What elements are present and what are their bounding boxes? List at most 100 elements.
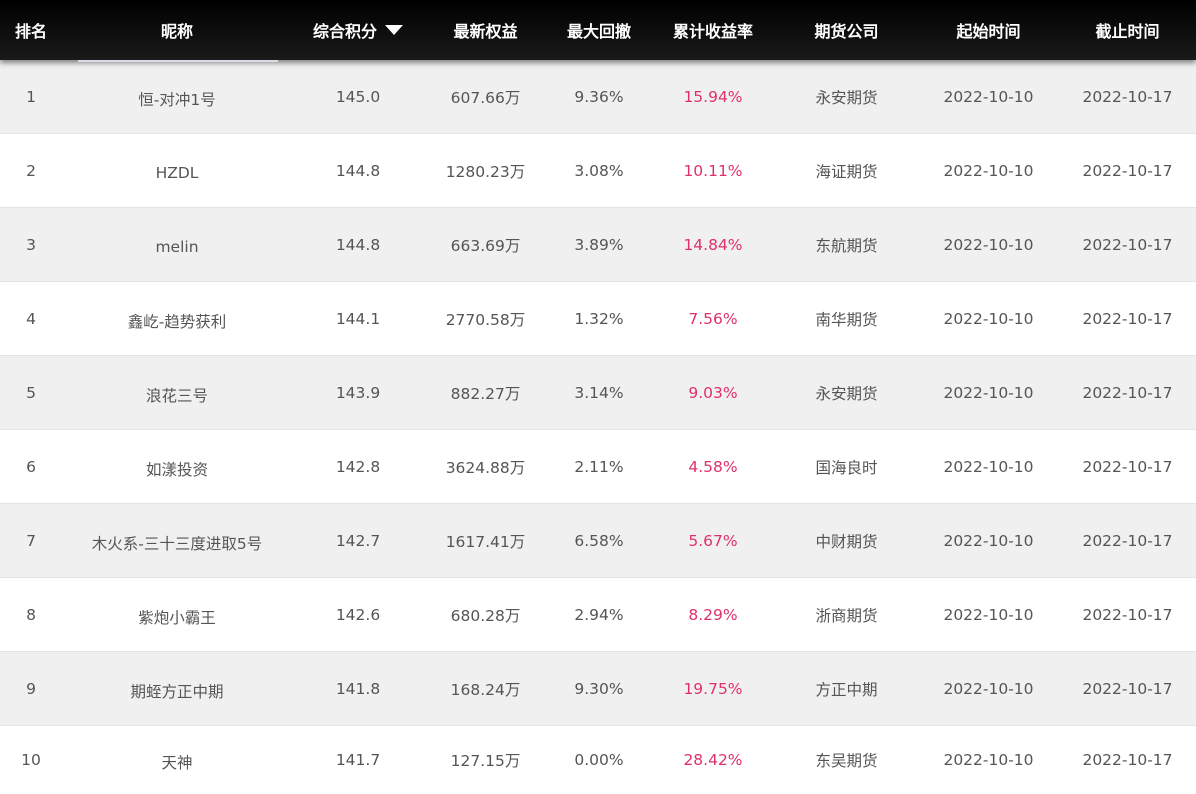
nickname-cell[interactable]: 木火系-三十三度进取5号	[62, 504, 292, 577]
futures-company-cell: 东航期货	[815, 236, 878, 255]
start-time-cell: 2022-10-10	[943, 161, 1034, 180]
cumulative-return-cell: 8.29%	[688, 605, 738, 624]
cumulative-return-cell: 7.56%	[688, 309, 738, 328]
futures-company-cell: 海证期货	[815, 162, 878, 181]
equity-cell: 2770.58万	[445, 310, 526, 329]
max-drawdown-cell: 6.58%	[574, 531, 624, 550]
futures-company-cell: 永安期货	[815, 384, 878, 403]
rank-cell: 3	[26, 235, 36, 254]
table-row[interactable]: 6 如漾投资 142.8 3624.88万 2.11% 4.58% 国海良时 2022-10-…	[0, 430, 1196, 504]
rank-cell: 2	[26, 161, 36, 180]
score-cell: 141.8	[335, 679, 381, 698]
start-time-cell: 2022-10-10	[943, 87, 1034, 106]
header-cumulative-return[interactable]: 累计收益率	[651, 0, 775, 60]
nickname-cell[interactable]: 恒-对冲1号	[62, 60, 292, 133]
score-cell: 142.6	[335, 605, 381, 624]
header-score-sort[interactable]: 综合积分	[292, 0, 424, 60]
nickname-cell[interactable]: 如漾投资	[62, 430, 292, 503]
end-time-cell: 2022-10-17	[1082, 309, 1173, 328]
table-row[interactable]: 4 鑫屹-趋势获利 144.1 2770.58万 1.32% 7.56% 南华期货 2022-…	[0, 282, 1196, 356]
rank-cell: 5	[26, 383, 36, 402]
end-time-cell: 2022-10-17	[1082, 87, 1173, 106]
nickname-cell[interactable]: 天神	[62, 726, 292, 794]
equity-cell: 168.24万	[450, 680, 521, 699]
futures-company-cell: 浙商期货	[815, 606, 878, 625]
cumulative-return-cell: 10.11%	[683, 161, 743, 180]
table-row[interactable]: 1 恒-对冲1号 145.0 607.66万 9.36% 15.94% 永安期货 2022-1…	[0, 60, 1196, 134]
start-time-cell: 2022-10-10	[943, 235, 1034, 254]
start-time-cell: 2022-10-10	[943, 457, 1034, 476]
header-equity[interactable]: 最新权益	[424, 0, 547, 60]
futures-company-cell: 中财期货	[815, 532, 878, 551]
table-row[interactable]: 5 浪花三号 143.9 882.27万 3.14% 9.03% 永安期货 2022-10-1…	[0, 356, 1196, 430]
rank-cell: 10	[21, 751, 41, 769]
score-cell: 144.1	[335, 309, 381, 328]
cumulative-return-cell: 14.84%	[683, 235, 743, 254]
table-row[interactable]: 10 天神 141.7 127.15万 0.00% 28.42% 东吴期货 2022-10-1…	[0, 726, 1196, 794]
max-drawdown-cell: 3.08%	[574, 161, 624, 180]
header-score-label: 综合积分	[312, 22, 377, 41]
max-drawdown-cell: 2.94%	[574, 605, 624, 624]
equity-cell: 1617.41万	[445, 532, 526, 551]
table-row[interactable]: 2 HZDL 144.8 1280.23万 3.08% 10.11% 海证期货 2022-10…	[0, 134, 1196, 208]
futures-company-cell: 南华期货	[815, 310, 878, 329]
max-drawdown-cell: 3.14%	[574, 383, 624, 402]
equity-cell: 127.15万	[450, 752, 521, 770]
score-cell: 144.8	[335, 235, 381, 254]
table-row[interactable]: 7 木火系-三十三度进取5号 142.7 1617.41万 6.58% 5.67% 中财期货…	[0, 504, 1196, 578]
header-max-drawdown[interactable]: 最大回撤	[547, 0, 651, 60]
cumulative-return-cell: 15.94%	[683, 87, 743, 106]
nickname-cell[interactable]: 期蛭方正中期	[62, 652, 292, 725]
start-time-cell: 2022-10-10	[943, 679, 1034, 698]
start-time-cell: 2022-10-10	[943, 751, 1034, 769]
header-end-time[interactable]: 截止时间	[1059, 0, 1196, 60]
max-drawdown-cell: 1.32%	[574, 309, 624, 328]
header-start-time[interactable]: 起始时间	[918, 0, 1059, 60]
end-time-cell: 2022-10-17	[1082, 605, 1173, 624]
equity-cell: 607.66万	[450, 88, 521, 107]
cumulative-return-cell: 5.67%	[688, 531, 738, 550]
header-accent-line	[78, 60, 278, 62]
table-header: 排名 昵称 综合积分 最新权益 最大回撤 累计收益率 期货公司 起始时间 截止时…	[0, 0, 1196, 60]
equity-cell: 663.69万	[450, 236, 521, 255]
header-rank[interactable]: 排名	[0, 0, 62, 60]
futures-company-cell: 东吴期货	[815, 752, 878, 770]
score-cell: 142.8	[335, 457, 381, 476]
end-time-cell: 2022-10-17	[1082, 531, 1173, 550]
cumulative-return-cell: 4.58%	[688, 457, 738, 476]
start-time-cell: 2022-10-10	[943, 531, 1034, 550]
equity-cell: 680.28万	[450, 606, 521, 625]
nickname-cell[interactable]: melin	[62, 208, 292, 281]
rank-cell: 4	[26, 309, 36, 328]
score-cell: 142.7	[335, 531, 381, 550]
table-row[interactable]: 9 期蛭方正中期 141.8 168.24万 9.30% 19.75% 方正中期 2022-1…	[0, 652, 1196, 726]
table-row[interactable]: 8 紫炮小霸王 142.6 680.28万 2.94% 8.29% 浙商期货 2022-10-…	[0, 578, 1196, 652]
cumulative-return-cell: 19.75%	[683, 679, 743, 698]
header-nickname[interactable]: 昵称	[62, 0, 292, 60]
score-cell: 141.7	[335, 751, 381, 769]
nickname-cell[interactable]: 紫炮小霸王	[62, 578, 292, 651]
nickname-cell[interactable]: 浪花三号	[62, 356, 292, 429]
nickname-cell[interactable]: HZDL	[62, 134, 292, 207]
start-time-cell: 2022-10-10	[943, 383, 1034, 402]
start-time-cell: 2022-10-10	[943, 605, 1034, 624]
header-futures-company[interactable]: 期货公司	[775, 0, 918, 60]
end-time-cell: 2022-10-17	[1082, 679, 1173, 698]
futures-company-cell: 方正中期	[815, 680, 878, 699]
score-cell: 144.8	[335, 161, 381, 180]
equity-cell: 1280.23万	[445, 162, 526, 181]
max-drawdown-cell: 3.89%	[574, 235, 624, 254]
end-time-cell: 2022-10-17	[1082, 751, 1173, 769]
score-cell: 143.9	[335, 383, 381, 402]
caret-down-icon	[385, 25, 403, 35]
futures-company-cell: 国海良时	[815, 458, 878, 477]
nickname-cell[interactable]: 鑫屹-趋势获利	[62, 282, 292, 355]
end-time-cell: 2022-10-17	[1082, 235, 1173, 254]
table-row[interactable]: 3 melin 144.8 663.69万 3.89% 14.84% 东航期货 2022-10…	[0, 208, 1196, 282]
equity-cell: 882.27万	[450, 384, 521, 403]
score-cell: 145.0	[335, 87, 381, 106]
end-time-cell: 2022-10-17	[1082, 457, 1173, 476]
cumulative-return-cell: 28.42%	[683, 751, 743, 769]
rank-cell: 9	[26, 679, 36, 698]
max-drawdown-cell: 9.36%	[574, 87, 624, 106]
